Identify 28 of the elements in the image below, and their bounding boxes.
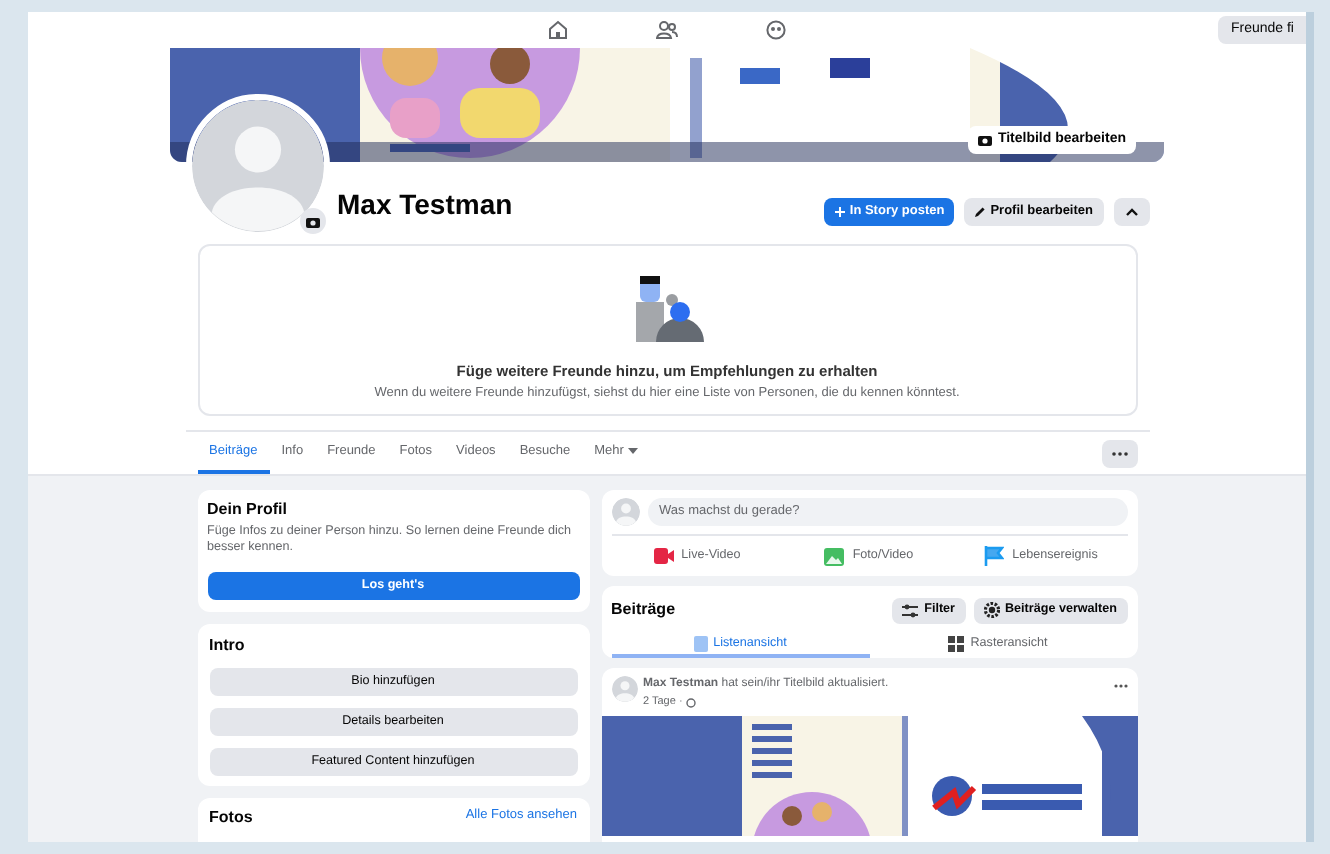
card-title: Beiträge — [611, 598, 676, 622]
caret-icon — [627, 448, 638, 454]
user-avatar — [611, 498, 639, 526]
flag-icon — [984, 546, 1005, 566]
card-title: Fotos — [209, 806, 253, 830]
list-icon — [693, 635, 708, 651]
people-illustration-icon — [631, 274, 703, 342]
grid-icon — [948, 635, 965, 651]
card-title: Dein Profil — [207, 498, 290, 522]
card-title: Intro — [209, 634, 247, 658]
group-icon[interactable] — [766, 20, 786, 40]
chevron-up-icon — [1125, 208, 1137, 216]
profile-avatar — [191, 100, 323, 232]
sliders-icon — [902, 603, 919, 617]
camera-icon[interactable] — [305, 215, 319, 227]
collapse-button[interactable] — [1113, 198, 1149, 226]
video-camera-icon — [653, 548, 674, 564]
photo-icon — [824, 547, 845, 565]
globe-icon — [686, 697, 697, 708]
more-options-button[interactable] — [1101, 439, 1137, 467]
profile-name: Max Testman — [337, 186, 513, 224]
gear-icon — [983, 602, 999, 618]
pencil-icon — [974, 206, 987, 218]
user-avatar — [611, 676, 637, 702]
camera-icon — [977, 134, 992, 146]
home-icon[interactable] — [548, 20, 568, 40]
people-icon[interactable] — [656, 20, 678, 40]
plus-icon — [833, 206, 846, 218]
